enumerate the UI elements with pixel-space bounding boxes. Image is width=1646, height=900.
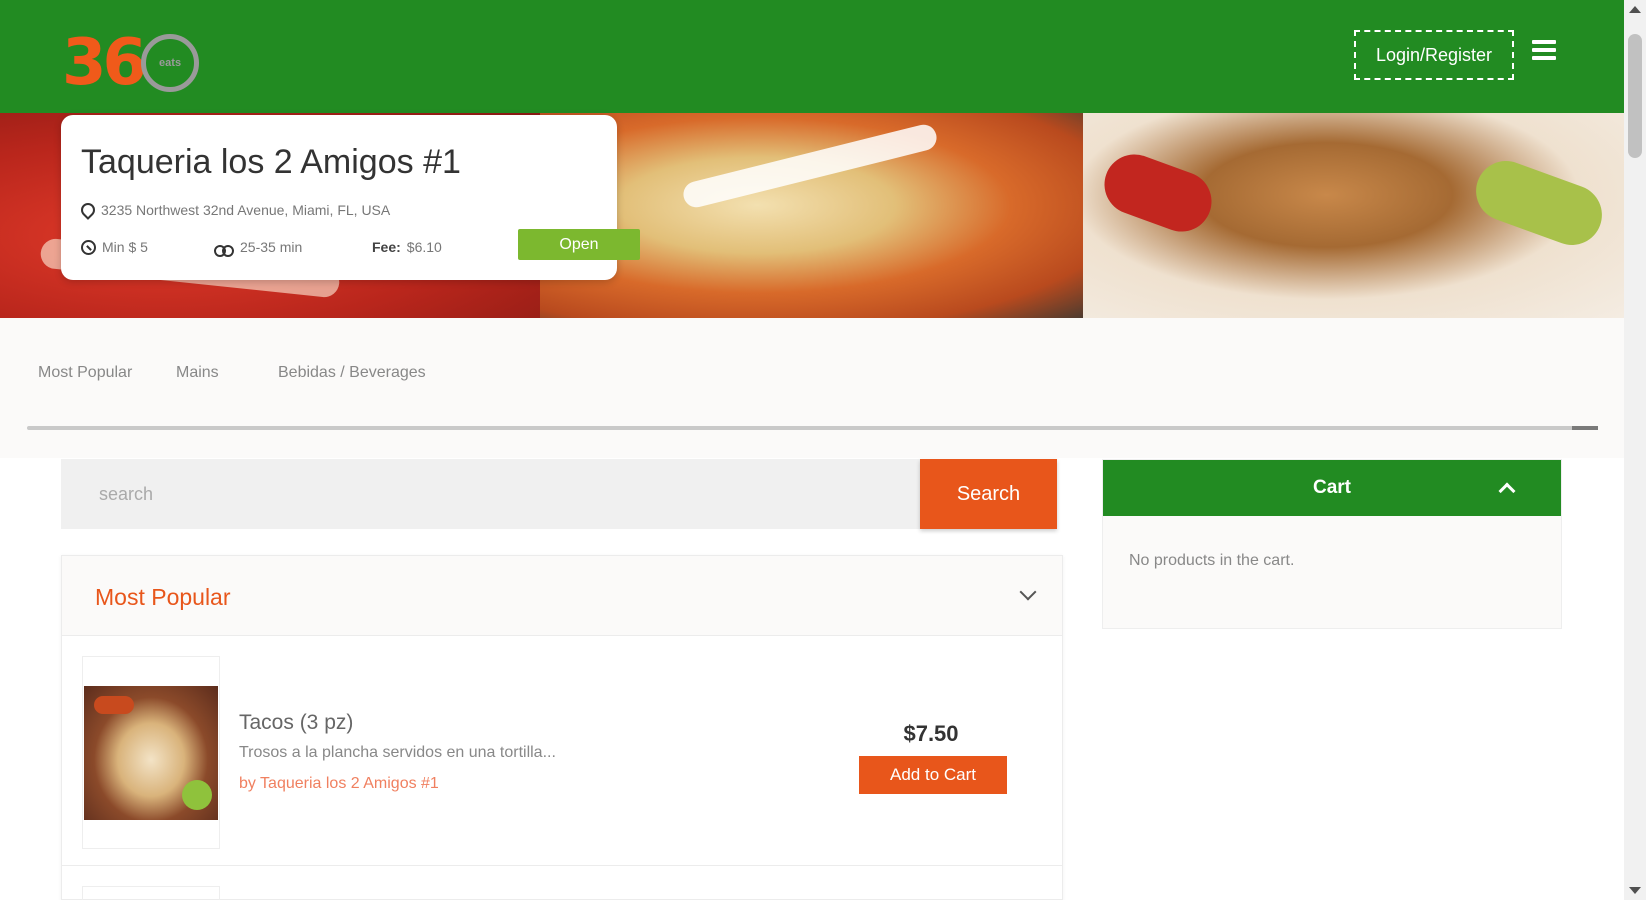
menu-section-most-popular: Most Popular Tacos (3 pz) Trosos a la pl… — [61, 555, 1063, 900]
delivery-time: 25-35 min — [214, 236, 302, 258]
address-text: 3235 Northwest 32nd Avenue, Miami, FL, U… — [101, 202, 391, 218]
min-order-icon — [81, 239, 96, 255]
page-scrollbar[interactable] — [1624, 0, 1646, 900]
fee-label: Fee: — [372, 239, 401, 255]
category-mains[interactable]: Mains — [176, 364, 219, 382]
add-to-cart-button[interactable]: Add to Cart — [859, 756, 1007, 794]
product-image-frame[interactable] — [82, 656, 220, 849]
cart-header[interactable]: Cart — [1103, 460, 1561, 516]
section-title: Most Popular — [95, 584, 231, 610]
category-nav: Most Popular Mains Bebidas / Beverages — [0, 318, 1624, 458]
banner-image-3 — [1083, 113, 1624, 318]
restaurant-info-card: Taqueria los 2 Amigos #1 3235 Northwest … — [61, 115, 640, 280]
min-order: Min $ 5 — [81, 236, 148, 258]
next-product-image-frame[interactable] — [82, 886, 220, 900]
logo-number: 36 — [62, 26, 147, 100]
category-beverages[interactable]: Bebidas / Beverages — [278, 364, 426, 382]
scroll-thumb[interactable] — [1628, 34, 1642, 158]
logo-ring-icon: eats — [141, 34, 200, 92]
map-pin-icon — [81, 203, 91, 217]
cart-title: Cart — [1312, 477, 1351, 498]
product-image — [84, 685, 218, 820]
banner-image-2 — [540, 113, 1083, 318]
chevron-down-icon[interactable] — [1019, 583, 1037, 601]
search-button[interactable]: Search — [920, 459, 1057, 529]
hamburger-menu-icon[interactable] — [1532, 40, 1556, 60]
fee-value: $6.10 — [406, 239, 442, 255]
category-most-popular[interactable]: Most Popular — [38, 364, 132, 382]
delivery-fee: Fee: $6.10 — [372, 236, 442, 258]
site-header: 36 eats Login/Register — [0, 0, 1624, 113]
scroll-up-icon[interactable] — [1629, 6, 1641, 13]
min-order-text: Min $ 5 — [102, 239, 148, 255]
restaurant-name: Taqueria los 2 Amigos #1 — [81, 143, 461, 181]
logo[interactable]: 36 eats — [62, 26, 200, 100]
logo-sub-text: eats — [159, 57, 182, 69]
product-price: $7.50 — [903, 721, 959, 746]
cart-empty-message: No products in the cart. — [1129, 552, 1295, 569]
section-header[interactable]: Most Popular — [62, 556, 1062, 636]
cart-panel: Cart No products in the cart. — [1102, 459, 1562, 629]
category-scroll-track[interactable] — [27, 426, 1598, 430]
scroll-down-icon[interactable] — [1629, 887, 1641, 894]
product-name[interactable]: Tacos (3 pz) — [239, 711, 353, 735]
product-description: Trosos a la plancha servidos en una tort… — [239, 744, 556, 761]
product-row: Tacos (3 pz) Trosos a la plancha servido… — [62, 636, 1062, 866]
open-status-badge: Open — [518, 229, 640, 260]
restaurant-address: 3235 Northwest 32nd Avenue, Miami, FL, U… — [81, 202, 390, 218]
login-register-button[interactable]: Login/Register — [1354, 30, 1514, 80]
delivery-bike-icon — [214, 240, 234, 257]
search-input[interactable] — [61, 459, 921, 529]
product-vendor-link[interactable]: by Taqueria los 2 Amigos #1 — [239, 775, 439, 793]
delivery-time-text: 25-35 min — [240, 239, 303, 255]
category-scroll-thumb[interactable] — [1572, 426, 1598, 430]
